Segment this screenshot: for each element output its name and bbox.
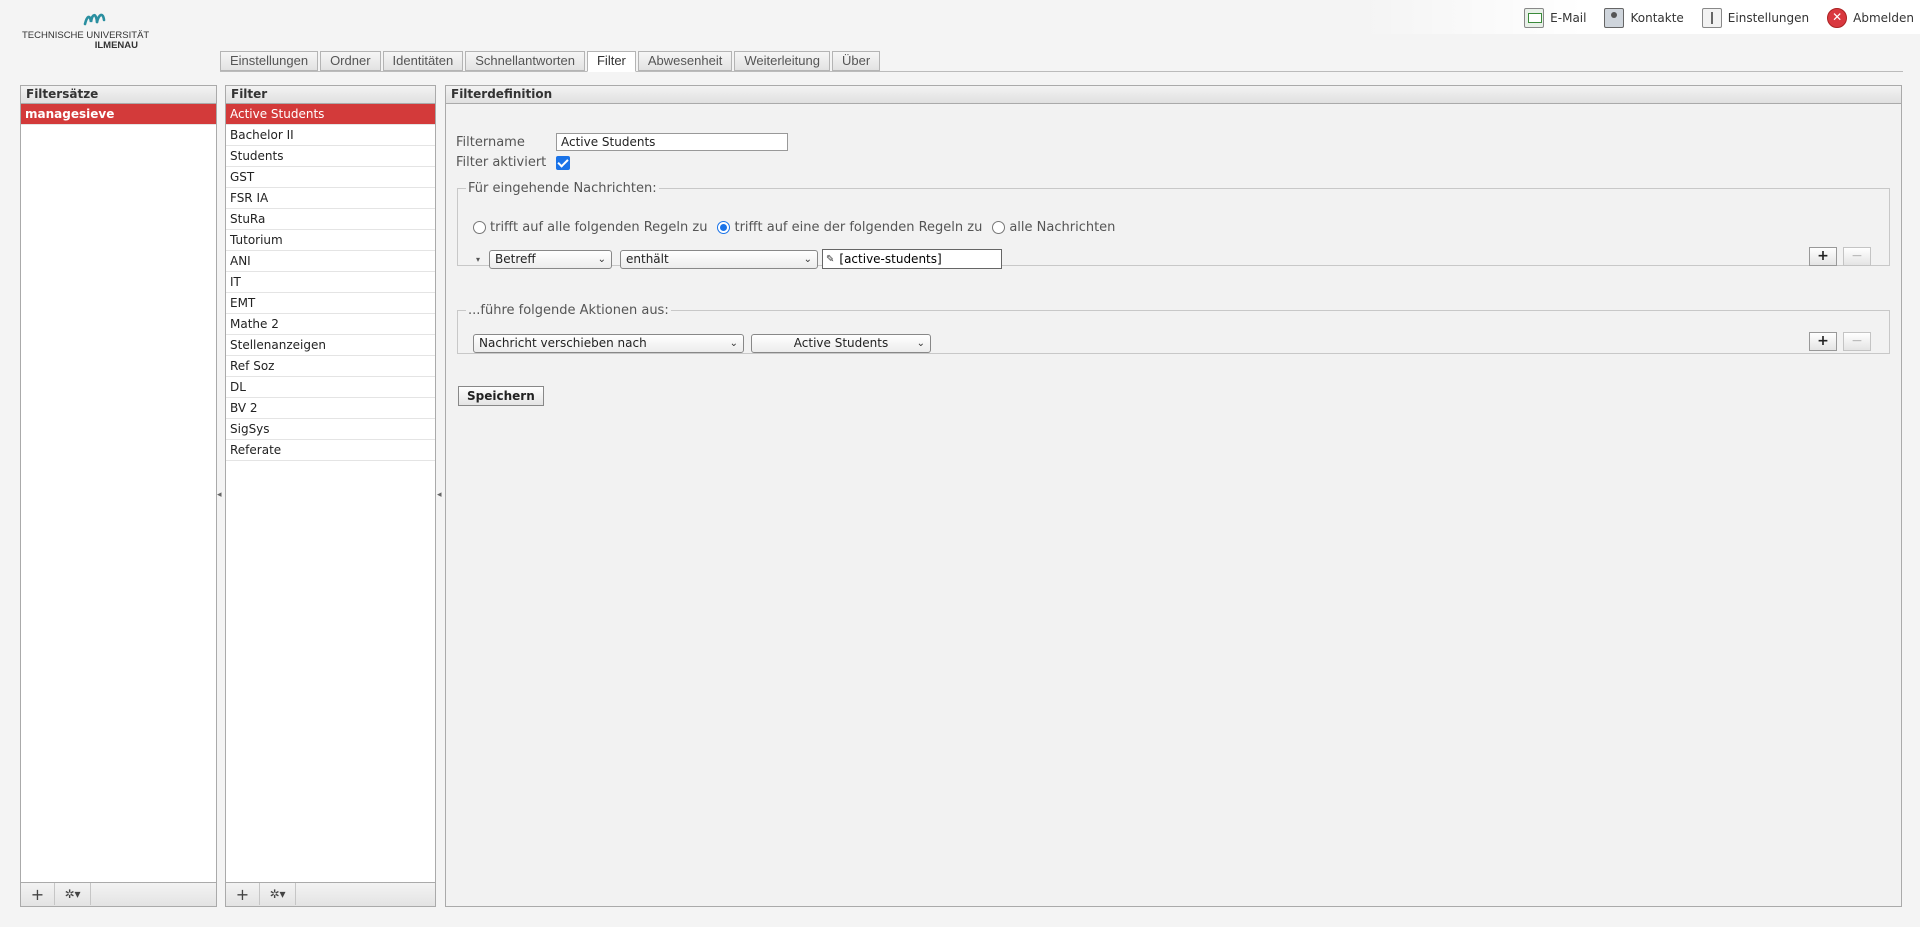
nav-email-label: E-Mail bbox=[1550, 11, 1587, 25]
match-all-messages-radio[interactable] bbox=[992, 221, 1006, 234]
filters-panel: Filter Active Students Bachelor II Student… bbox=[225, 85, 436, 907]
match-all-label: trifft auf alle folgenden Regeln zu bbox=[490, 220, 708, 235]
filter-item[interactable]: Bachelor II bbox=[226, 125, 435, 146]
filter-item[interactable]: DL bbox=[226, 377, 435, 398]
chevron-down-icon: ⌄ bbox=[597, 253, 606, 265]
remove-action-button[interactable]: − bbox=[1843, 332, 1871, 351]
filter-item[interactable]: Active Students bbox=[226, 104, 435, 125]
logo: TECHNISCHE UNIVERSITÄT ILMENAU bbox=[20, 8, 149, 52]
filter-item[interactable]: ANI bbox=[226, 251, 435, 272]
filter-item[interactable]: Students bbox=[226, 146, 435, 167]
nav-logout-link[interactable]: Abmelden bbox=[1827, 8, 1914, 28]
filter-item[interactable]: GST bbox=[226, 167, 435, 188]
action-type-value: Nachricht verschieben nach bbox=[479, 336, 647, 350]
tab-einstellungen[interactable]: Einstellungen bbox=[220, 51, 319, 71]
splitter-handle[interactable]: ◂ bbox=[217, 490, 223, 502]
action-row: Nachricht verschieben nach ⌄ Active Stud… bbox=[473, 334, 931, 353]
match-any-radio[interactable] bbox=[717, 221, 731, 234]
rule-operator-value: enthält bbox=[626, 251, 669, 266]
filter-item[interactable]: Tutorium bbox=[226, 230, 435, 251]
filtername-input[interactable] bbox=[556, 133, 788, 151]
rule-header-select[interactable]: Betreff ⌄ bbox=[489, 249, 612, 269]
filter-item[interactable]: SigSys bbox=[226, 419, 435, 440]
nav-contacts-label: Kontakte bbox=[1630, 11, 1684, 25]
nav-logout-label: Abmelden bbox=[1853, 11, 1914, 25]
filtername-label: Filtername bbox=[456, 134, 525, 150]
filter-item[interactable]: BV 2 bbox=[226, 398, 435, 419]
filterset-actions-menu-button[interactable]: ✲▾ bbox=[55, 883, 91, 905]
rule-expand-icon[interactable]: ▾ bbox=[476, 255, 486, 264]
filter-item[interactable]: Mathe 2 bbox=[226, 314, 435, 335]
tab-identitaeten[interactable]: Identitäten bbox=[382, 51, 464, 71]
tab-filter[interactable]: Filter bbox=[586, 51, 636, 72]
logo-line2: ILMENAU bbox=[94, 40, 138, 51]
match-all-messages-label: alle Nachrichten bbox=[1009, 220, 1116, 235]
splitter-handle[interactable]: ◂ bbox=[437, 490, 443, 502]
tab-ordner[interactable]: Ordner bbox=[320, 51, 381, 71]
add-rule-button[interactable]: + bbox=[1809, 247, 1837, 266]
tab-weiterleitung[interactable]: Weiterleitung bbox=[734, 51, 830, 71]
filter-actions-menu-button[interactable]: ✲▾ bbox=[260, 883, 296, 905]
logout-icon bbox=[1827, 8, 1848, 28]
nav-settings-link[interactable]: Einstellungen bbox=[1701, 8, 1810, 28]
university-logo-icon bbox=[83, 13, 106, 26]
save-button[interactable]: Speichern bbox=[458, 386, 544, 406]
chevron-down-icon: ⌄ bbox=[729, 338, 738, 349]
rule-header-value: Betreff bbox=[495, 251, 536, 266]
filters-list: Active Students Bachelor II Students GST FSR… bbox=[226, 104, 435, 461]
filtersets-header: Filtersätze bbox=[21, 86, 216, 104]
settings-tabs: Einstellungen Ordner Identitäten Schnell… bbox=[220, 51, 881, 72]
filter-item[interactable]: Ref Soz bbox=[226, 356, 435, 377]
action-target-value: Active Students bbox=[793, 336, 889, 350]
filters-footer: + ✲▾ bbox=[226, 882, 435, 906]
filter-enabled-label: Filter aktiviert bbox=[456, 155, 547, 170]
settings-icon bbox=[1701, 8, 1722, 28]
chevron-down-icon: ⌄ bbox=[803, 253, 812, 265]
rule-value-input[interactable] bbox=[837, 251, 988, 267]
rule-row: ▾ Betreff ⌄ enthält ⌄ ✎ bbox=[476, 249, 1002, 269]
action-target-select[interactable]: Active Students ⌄ bbox=[751, 334, 931, 353]
tab-abwesenheit[interactable]: Abwesenheit bbox=[637, 51, 733, 71]
filter-enabled-checkbox[interactable] bbox=[556, 155, 570, 170]
nav-contacts-link[interactable]: Kontakte bbox=[1604, 8, 1684, 28]
action-type-select[interactable]: Nachricht verschieben nach ⌄ bbox=[473, 334, 744, 353]
filtersets-list: managesieve bbox=[21, 104, 216, 125]
chevron-down-icon: ⌄ bbox=[916, 338, 925, 349]
remove-rule-button[interactable]: − bbox=[1843, 247, 1871, 266]
tab-schnellantworten[interactable]: Schnellantworten bbox=[465, 51, 585, 71]
incoming-rules-legend: Für eingehende Nachrichten: bbox=[468, 181, 657, 196]
add-action-button[interactable]: + bbox=[1809, 332, 1837, 351]
match-any-label: trifft auf eine der folgenden Regeln zu bbox=[734, 220, 983, 235]
filter-item[interactable]: Referate bbox=[226, 440, 435, 461]
nav-email-link[interactable]: E-Mail bbox=[1524, 8, 1586, 28]
actions-legend: ...führe folgende Aktionen aus: bbox=[468, 303, 669, 318]
filtersets-panel: Filtersätze managesieve + ✲▾ bbox=[20, 85, 217, 907]
add-filterset-button[interactable]: + bbox=[21, 883, 55, 905]
match-all-radio[interactable] bbox=[473, 221, 486, 234]
filter-definition-panel: Filterdefinition Filtername Filter aktiv… bbox=[445, 85, 1902, 907]
nav-settings-label: Einstellungen bbox=[1727, 11, 1810, 25]
top-navigation: E-Mail Kontakte Einstellungen Abmelden bbox=[1360, 0, 1920, 34]
filter-item[interactable]: FSR IA bbox=[226, 188, 435, 209]
rule-operator-select[interactable]: enthält ⌄ bbox=[620, 249, 818, 269]
filter-item[interactable]: Stellenanzeigen bbox=[226, 335, 435, 356]
filtersets-footer: + ✲▾ bbox=[21, 882, 216, 906]
filter-definition-header: Filterdefinition bbox=[446, 86, 1901, 104]
tab-ueber[interactable]: Über bbox=[831, 51, 881, 71]
rule-value-field[interactable]: ✎ bbox=[822, 249, 1002, 269]
filter-item[interactable]: StuRa bbox=[226, 209, 435, 230]
text-edit-icon[interactable]: ✎ bbox=[826, 254, 834, 265]
add-filter-button[interactable]: + bbox=[226, 883, 260, 905]
filter-item[interactable]: IT bbox=[226, 272, 435, 293]
contacts-icon bbox=[1604, 8, 1625, 28]
mail-icon bbox=[1524, 8, 1545, 28]
filter-item[interactable]: EMT bbox=[226, 293, 435, 314]
match-mode-radios: trifft auf alle folgenden Regeln zu trif… bbox=[473, 220, 1125, 235]
filters-header: Filter bbox=[226, 86, 435, 104]
filterset-item[interactable]: managesieve bbox=[21, 104, 216, 125]
